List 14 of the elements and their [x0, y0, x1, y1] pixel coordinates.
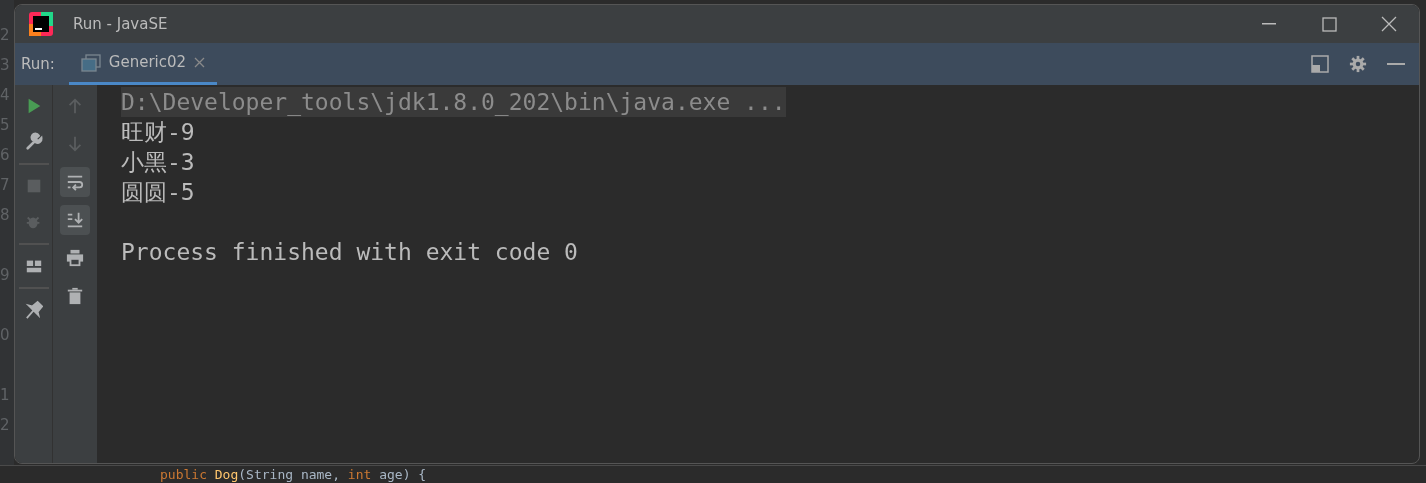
- close-icon[interactable]: [1381, 16, 1397, 32]
- output-line: 小黑-3: [121, 149, 195, 175]
- app-logo-icon: [29, 12, 53, 36]
- run-label: Run:: [21, 53, 55, 75]
- window-title: Run - JavaSE: [73, 13, 168, 35]
- scroll-to-end-icon[interactable]: [60, 205, 90, 235]
- soft-wrap-icon[interactable]: [60, 167, 90, 197]
- output-line: 圆圆-5: [121, 179, 195, 205]
- close-tab-icon[interactable]: [194, 57, 206, 68]
- output-line: Process finished with exit code 0: [121, 239, 578, 265]
- output-line: 旺财-9: [121, 119, 195, 145]
- maximize-icon[interactable]: [1321, 16, 1337, 32]
- console-icon: [80, 53, 101, 72]
- minimize-icon[interactable]: [1262, 23, 1276, 25]
